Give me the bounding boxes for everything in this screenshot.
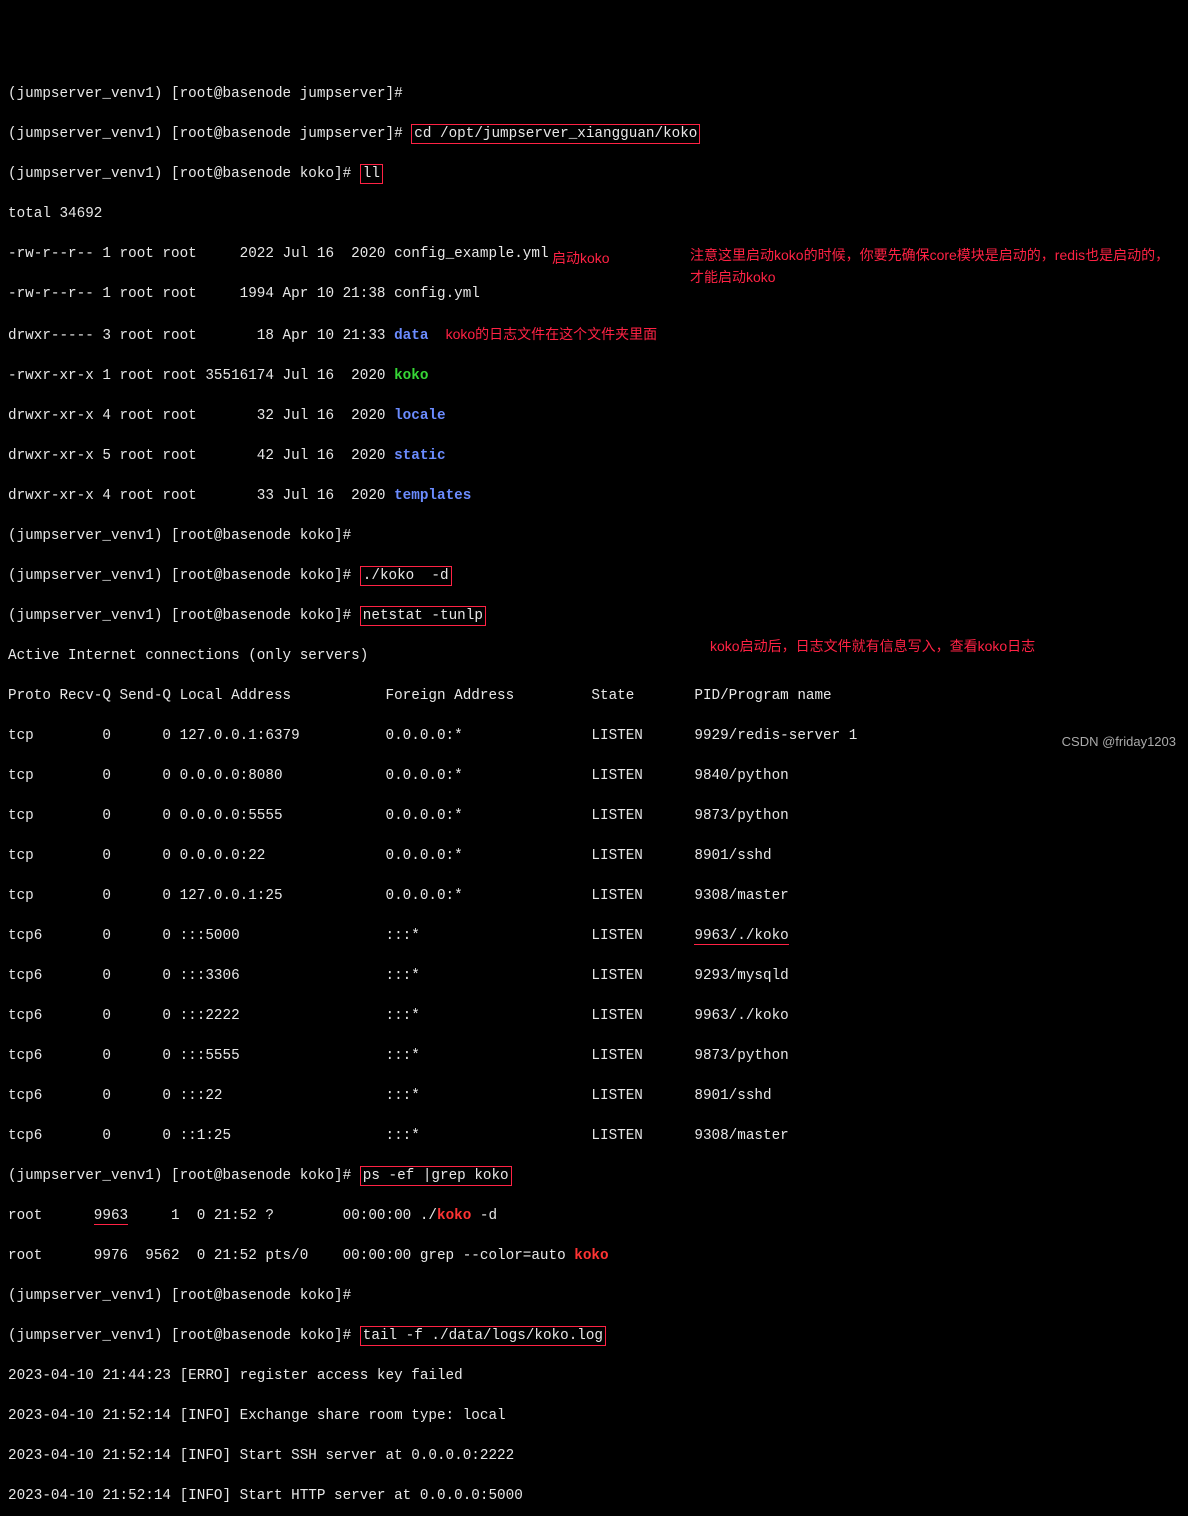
prompt-ll: (jumpserver_venv1) [root@basenode koko]#… [8, 164, 1180, 184]
prompt-netstat: (jumpserver_venv1) [root@basenode koko]#… [8, 606, 1180, 626]
cmd-ll[interactable]: ll [360, 164, 383, 184]
netstat-row: tcp 0 0 0.0.0.0:5555 0.0.0.0:* LISTEN 98… [8, 806, 1180, 826]
log-line: 2023-04-10 21:52:14 [INFO] Start HTTP se… [8, 1486, 1180, 1506]
netstat-row: tcp6 0 0 :::2222 :::* LISTEN 9963/./koko [8, 1006, 1180, 1026]
annotation-start-koko: 启动koko [552, 248, 610, 268]
ls-row: drwxr-xr-x 5 root root 42 Jul 16 2020 st… [8, 446, 1180, 466]
ls-row-data: drwxr----- 3 root root 18 Apr 10 21:33 d… [8, 324, 1180, 346]
ls-total: total 34692 [8, 204, 1180, 224]
cmd-cd[interactable]: cd /opt/jumpserver_xiangguan/koko [411, 124, 700, 144]
prompt-cd: (jumpserver_venv1) [root@basenode jumpse… [8, 124, 1180, 144]
ps-row-1: root 9963 1 0 21:52 ? 00:00:00 ./koko -d [8, 1206, 1180, 1226]
cmd-netstat[interactable]: netstat -tunlp [360, 606, 486, 626]
cmd-ps[interactable]: ps -ef |grep koko [360, 1166, 512, 1186]
cmd-tail[interactable]: tail -f ./data/logs/koko.log [360, 1326, 606, 1346]
netstat-row: tcp 0 0 0.0.0.0:22 0.0.0.0:* LISTEN 8901… [8, 846, 1180, 866]
prompt-jumpserver-empty: (jumpserver_venv1) [root@basenode jumpse… [8, 84, 1180, 104]
prompt-koko-d: (jumpserver_venv1) [root@basenode koko]#… [8, 566, 1180, 586]
annotation-tail-note: koko启动后，日志文件就有信息写入，查看koko日志 [710, 636, 1180, 656]
watermark: CSDN @friday1203 [1062, 732, 1176, 752]
prompt-tail: (jumpserver_venv1) [root@basenode koko]#… [8, 1326, 1180, 1346]
netstat-header: Proto Recv-Q Send-Q Local Address Foreig… [8, 686, 1180, 706]
ls-row: -rwxr-xr-x 1 root root 35516174 Jul 16 2… [8, 366, 1180, 386]
ps-row-2: root 9976 9562 0 21:52 pts/0 00:00:00 gr… [8, 1246, 1180, 1266]
netstat-row: tcp6 0 0 :::22 :::* LISTEN 8901/sshd [8, 1086, 1180, 1106]
annotation-core-note: 注意这里启动koko的时候，你要先确保core模块是启动的，redis也是启动的… [690, 244, 1170, 288]
netstat-row: tcp 0 0 127.0.0.1:25 0.0.0.0:* LISTEN 93… [8, 886, 1180, 906]
prompt-ps: (jumpserver_venv1) [root@basenode koko]#… [8, 1166, 1180, 1186]
netstat-row: tcp6 0 0 :::3306 :::* LISTEN 9293/mysqld [8, 966, 1180, 986]
annotation-data-folder: koko的日志文件在这个文件夹里面 [446, 326, 658, 342]
prompt-empty: (jumpserver_venv1) [root@basenode koko]# [8, 1286, 1180, 1306]
log-line: 2023-04-10 21:52:14 [INFO] Exchange shar… [8, 1406, 1180, 1426]
netstat-row: tcp6 0 0 :::5555 :::* LISTEN 9873/python [8, 1046, 1180, 1066]
log-line: 2023-04-10 21:44:23 [ERRO] register acce… [8, 1366, 1180, 1386]
cmd-koko-d[interactable]: ./koko -d [360, 566, 452, 586]
netstat-row-koko: tcp6 0 0 :::5000 :::* LISTEN 9963/./koko [8, 926, 1180, 946]
log-line: 2023-04-10 21:52:14 [INFO] Start SSH ser… [8, 1446, 1180, 1466]
prompt-empty: (jumpserver_venv1) [root@basenode koko]# [8, 526, 1180, 546]
netstat-row: tcp 0 0 0.0.0.0:8080 0.0.0.0:* LISTEN 98… [8, 766, 1180, 786]
netstat-row: tcp6 0 0 ::1:25 :::* LISTEN 9308/master [8, 1126, 1180, 1146]
netstat-row: tcp 0 0 127.0.0.1:6379 0.0.0.0:* LISTEN … [8, 726, 1180, 746]
ls-row: drwxr-xr-x 4 root root 33 Jul 16 2020 te… [8, 486, 1180, 506]
ls-row: drwxr-xr-x 4 root root 32 Jul 16 2020 lo… [8, 406, 1180, 426]
